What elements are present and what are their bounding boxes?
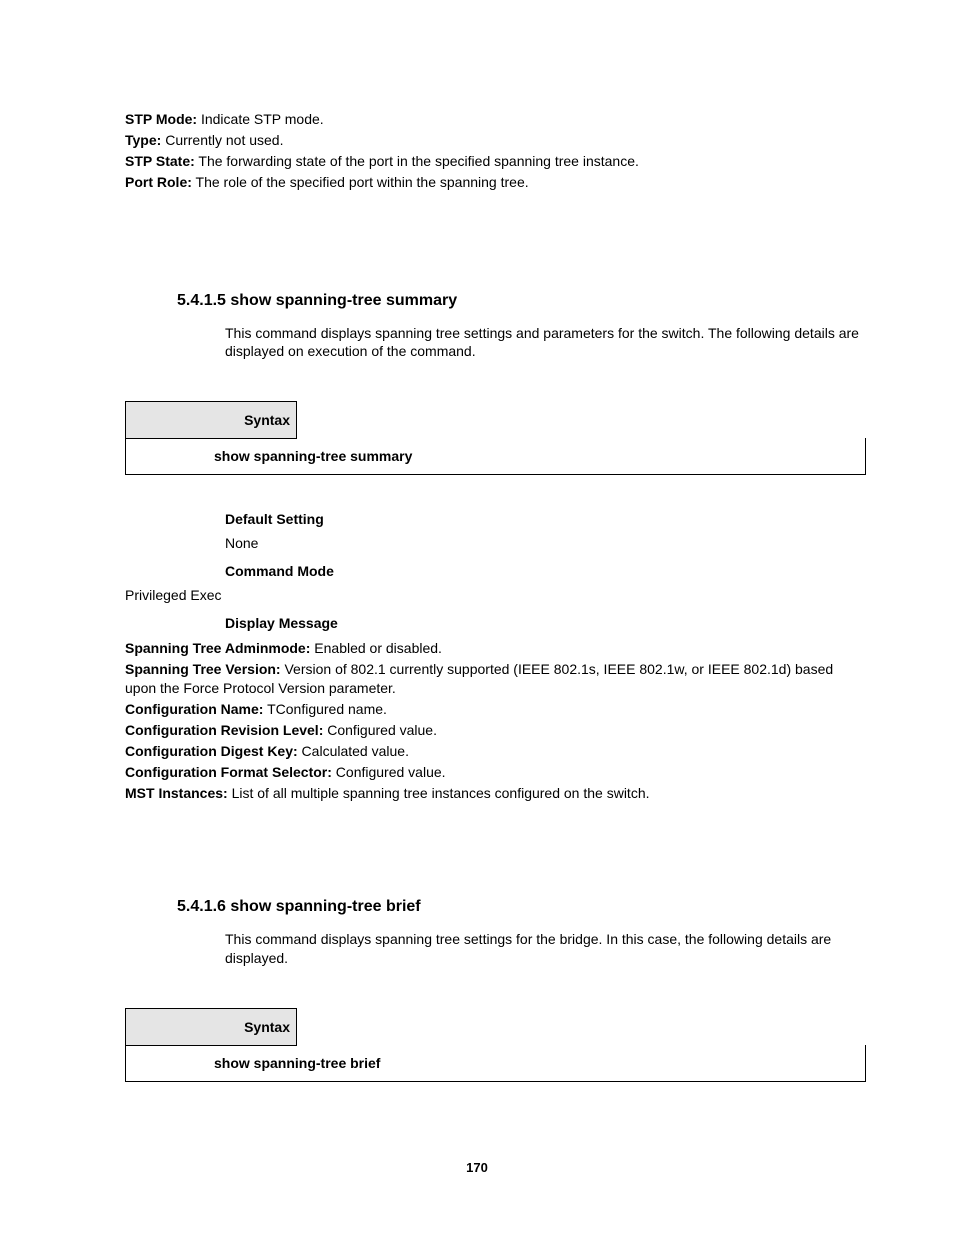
syntax-command: show spanning-tree brief — [125, 1045, 866, 1082]
def-row: STP Mode: Indicate STP mode. — [125, 110, 866, 129]
msg-value: Calculated value. — [298, 743, 409, 759]
def-value: The role of the specified port within th… — [192, 174, 529, 190]
msg-row: Spanning Tree Adminmode: Enabled or disa… — [125, 639, 866, 658]
page-number: 170 — [0, 1160, 954, 1175]
msg-row: Configuration Digest Key: Calculated val… — [125, 742, 866, 761]
command-mode-value: Privileged Exec — [125, 587, 866, 603]
section-heading-summary: 5.4.1.5 show spanning-tree summary — [177, 292, 866, 310]
msg-row: Configuration Format Selector: Configure… — [125, 763, 866, 782]
syntax-command: show spanning-tree summary — [125, 438, 866, 475]
def-value: The forwarding state of the port in the … — [195, 153, 639, 169]
msg-label: MST Instances: — [125, 785, 228, 801]
page-container: STP Mode: Indicate STP mode. Type: Curre… — [0, 0, 954, 1235]
section-heading-brief: 5.4.1.6 show spanning-tree brief — [177, 898, 866, 916]
msg-label: Configuration Format Selector: — [125, 764, 332, 780]
def-label: STP State: — [125, 153, 195, 169]
def-label: Type: — [125, 132, 161, 148]
msg-label: Configuration Name: — [125, 701, 263, 717]
msg-row: Spanning Tree Version: Version of 802.1 … — [125, 660, 866, 698]
display-messages: Spanning Tree Adminmode: Enabled or disa… — [125, 639, 866, 802]
section-desc-brief: This command displays spanning tree sett… — [225, 930, 866, 968]
command-mode-heading: Command Mode — [225, 563, 866, 579]
display-message-heading: Display Message — [225, 615, 866, 631]
def-row: STP State: The forwarding state of the p… — [125, 152, 866, 171]
def-row: Type: Currently not used. — [125, 131, 866, 150]
def-label: Port Role: — [125, 174, 192, 190]
msg-label: Configuration Digest Key: — [125, 743, 298, 759]
msg-value: Configured value. — [332, 764, 446, 780]
default-setting-heading: Default Setting — [225, 511, 866, 527]
syntax-box-brief: Syntax show spanning-tree brief — [125, 1008, 866, 1082]
top-definitions: STP Mode: Indicate STP mode. Type: Curre… — [125, 110, 866, 192]
msg-row: Configuration Revision Level: Configured… — [125, 721, 866, 740]
syntax-box-summary: Syntax show spanning-tree summary — [125, 401, 866, 475]
def-value: Currently not used. — [161, 132, 283, 148]
def-value: Indicate STP mode. — [197, 111, 324, 127]
msg-label: Spanning Tree Adminmode: — [125, 640, 310, 656]
msg-row: MST Instances: List of all multiple span… — [125, 784, 866, 803]
msg-value: Enabled or disabled. — [310, 640, 442, 656]
syntax-header-label: Syntax — [125, 401, 297, 439]
syntax-header-label: Syntax — [125, 1008, 297, 1046]
msg-value: Configured value. — [323, 722, 437, 738]
msg-label: Configuration Revision Level: — [125, 722, 323, 738]
def-label: STP Mode: — [125, 111, 197, 127]
def-row: Port Role: The role of the specified por… — [125, 173, 866, 192]
msg-label: Spanning Tree Version: — [125, 661, 281, 677]
default-setting-value: None — [225, 535, 866, 551]
msg-value: TConfigured name. — [263, 701, 386, 717]
msg-row: Configuration Name: TConfigured name. — [125, 700, 866, 719]
section-desc-summary: This command displays spanning tree sett… — [225, 324, 866, 362]
msg-value: List of all multiple spanning tree insta… — [228, 785, 650, 801]
